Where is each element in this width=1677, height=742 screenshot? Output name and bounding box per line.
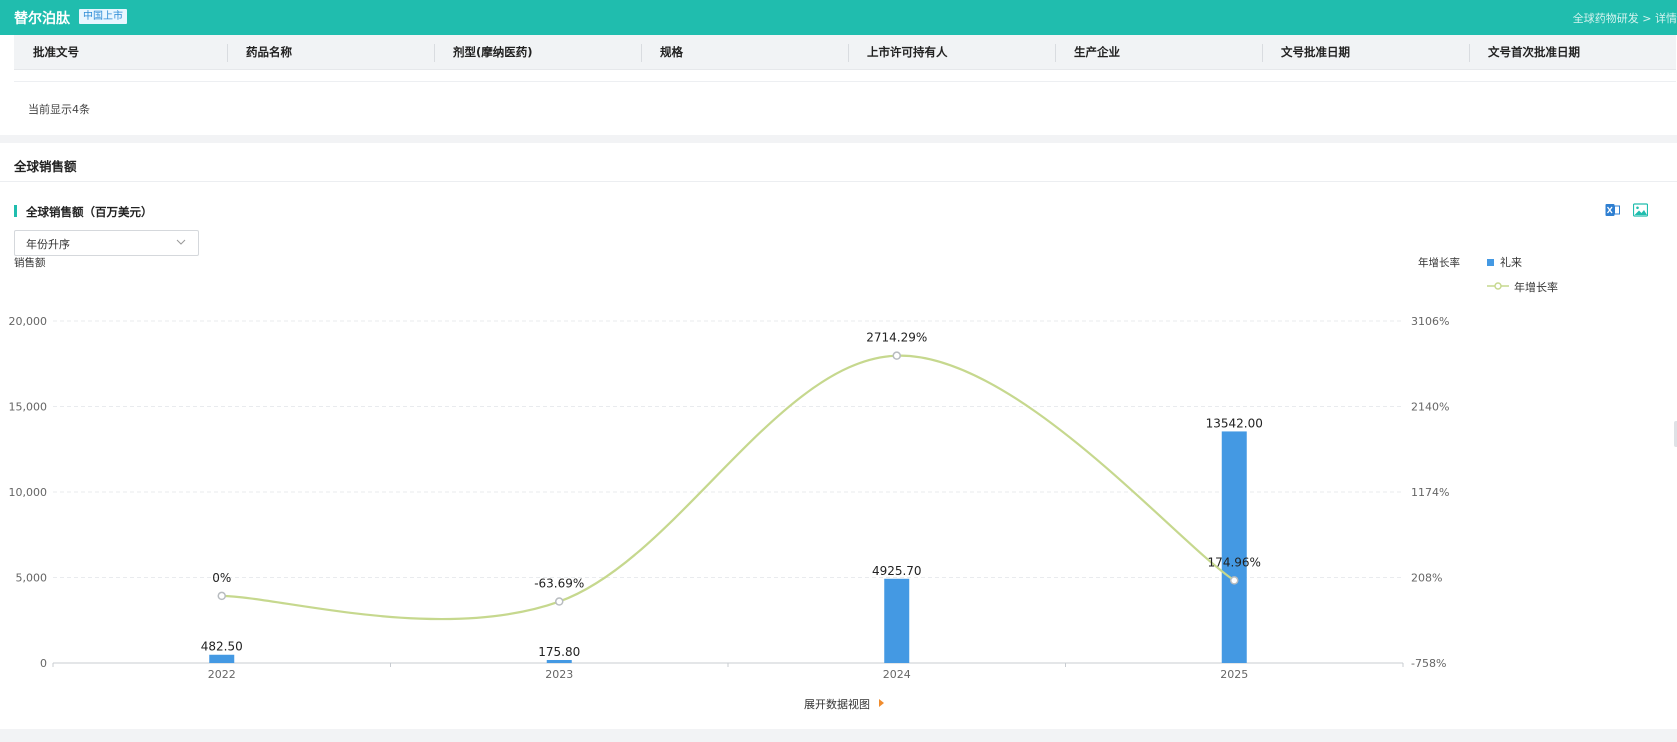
- section-title: 全球销售额: [14, 159, 77, 174]
- column-header-approval-date[interactable]: 文号批准日期: [1262, 35, 1350, 70]
- y2-tick-label: -758%: [1411, 657, 1446, 670]
- line-value-label: 2714.29%: [866, 331, 927, 345]
- x-tick-label: 2024: [883, 668, 911, 681]
- y-tick-label: 15,000: [9, 401, 48, 414]
- y2-tick-label: 2140%: [1411, 401, 1449, 414]
- legend-bar-swatch[interactable]: [1487, 259, 1494, 266]
- image-download-icon[interactable]: [1633, 203, 1648, 217]
- line-value-label: 174.96%: [1208, 555, 1261, 569]
- y-axis-title: 销售额: [14, 257, 46, 269]
- column-header-first-approval-date[interactable]: 文号首次批准日期: [1469, 35, 1580, 70]
- y-tick-label: 10,000: [9, 486, 48, 499]
- bar[interactable]: [546, 659, 572, 663]
- title-accent-bar: [14, 205, 17, 217]
- y2-axis-title: 年增长率: [1418, 257, 1460, 269]
- approval-table-card: 批准文号 药品名称 剂型(摩纳医药) 规格 上市许可持有人 生产企业 文号批准日…: [0, 35, 1677, 135]
- column-header-manufacturer[interactable]: 生产企业: [1055, 35, 1120, 70]
- line-value-label: 0%: [212, 571, 231, 585]
- y2-tick-label: 1174%: [1411, 486, 1449, 499]
- sort-order-value: 年份升序: [26, 238, 70, 251]
- table-header: 批准文号 药品名称 剂型(摩纳医药) 规格 上市许可持有人 生产企业 文号批准日…: [14, 35, 1676, 70]
- row-count-text: 当前显示4条: [28, 103, 90, 116]
- growth-rate-line: [221, 354, 1235, 621]
- y2-tick-label: 3106%: [1411, 315, 1449, 328]
- bar[interactable]: [209, 654, 235, 663]
- y-tick-label: 0: [40, 657, 47, 670]
- y-tick-label: 20,000: [9, 315, 48, 328]
- section-divider: [0, 181, 1677, 182]
- column-header-dosage-form[interactable]: 剂型(摩纳医药): [434, 35, 533, 70]
- x-tick-label: 2022: [208, 668, 236, 681]
- chart-title: 全球销售额（百万美元）: [26, 205, 153, 219]
- table-row-divider: [14, 81, 1676, 82]
- bar-value-label: 13542.00: [1206, 416, 1263, 430]
- sort-order-select[interactable]: 年份升序: [14, 230, 199, 256]
- x-tick-label: 2023: [545, 668, 573, 681]
- line-point[interactable]: [892, 351, 901, 360]
- bar[interactable]: [1221, 431, 1247, 663]
- market-status-badge: 中国上市: [79, 9, 127, 24]
- bar-value-label: 482.50: [201, 640, 243, 654]
- excel-export-icon[interactable]: [1605, 203, 1620, 217]
- line-point[interactable]: [217, 591, 226, 601]
- line-point[interactable]: [555, 597, 564, 606]
- sales-chart: 0 -758% 5,000 208% 10,000 1174% 15,000 2140% 20,…: [9, 315, 1450, 681]
- column-header-approval-number[interactable]: 批准文号: [14, 35, 79, 70]
- bar[interactable]: [884, 578, 910, 663]
- column-header-license-holder[interactable]: 上市许可持有人: [848, 35, 948, 70]
- column-header-drug-name[interactable]: 药品名称: [227, 35, 292, 70]
- line-value-label: -63.69%: [534, 577, 584, 591]
- legend-item-bar[interactable]: 礼来: [1500, 254, 1522, 270]
- drug-title: 替尔泊肽: [14, 11, 70, 27]
- y2-tick-label: 208%: [1411, 572, 1442, 585]
- chevron-down-icon: [176, 239, 186, 245]
- x-tick-label: 2025: [1220, 668, 1248, 681]
- expand-arrow-icon[interactable]: [879, 699, 884, 707]
- bar-value-label: 175.80: [538, 645, 580, 659]
- breadcrumb[interactable]: 全球药物研发 > 详情: [1573, 10, 1677, 26]
- y-tick-label: 5,000: [16, 572, 48, 585]
- line-point[interactable]: [1230, 576, 1239, 585]
- app-header: 替尔泊肽 中国上市 全球药物研发 > 详情: [0, 0, 1677, 35]
- bar-value-label: 4925.70: [872, 564, 922, 578]
- expand-data-view-link[interactable]: 展开数据视图: [804, 696, 870, 712]
- column-header-specification[interactable]: 规格: [641, 35, 683, 70]
